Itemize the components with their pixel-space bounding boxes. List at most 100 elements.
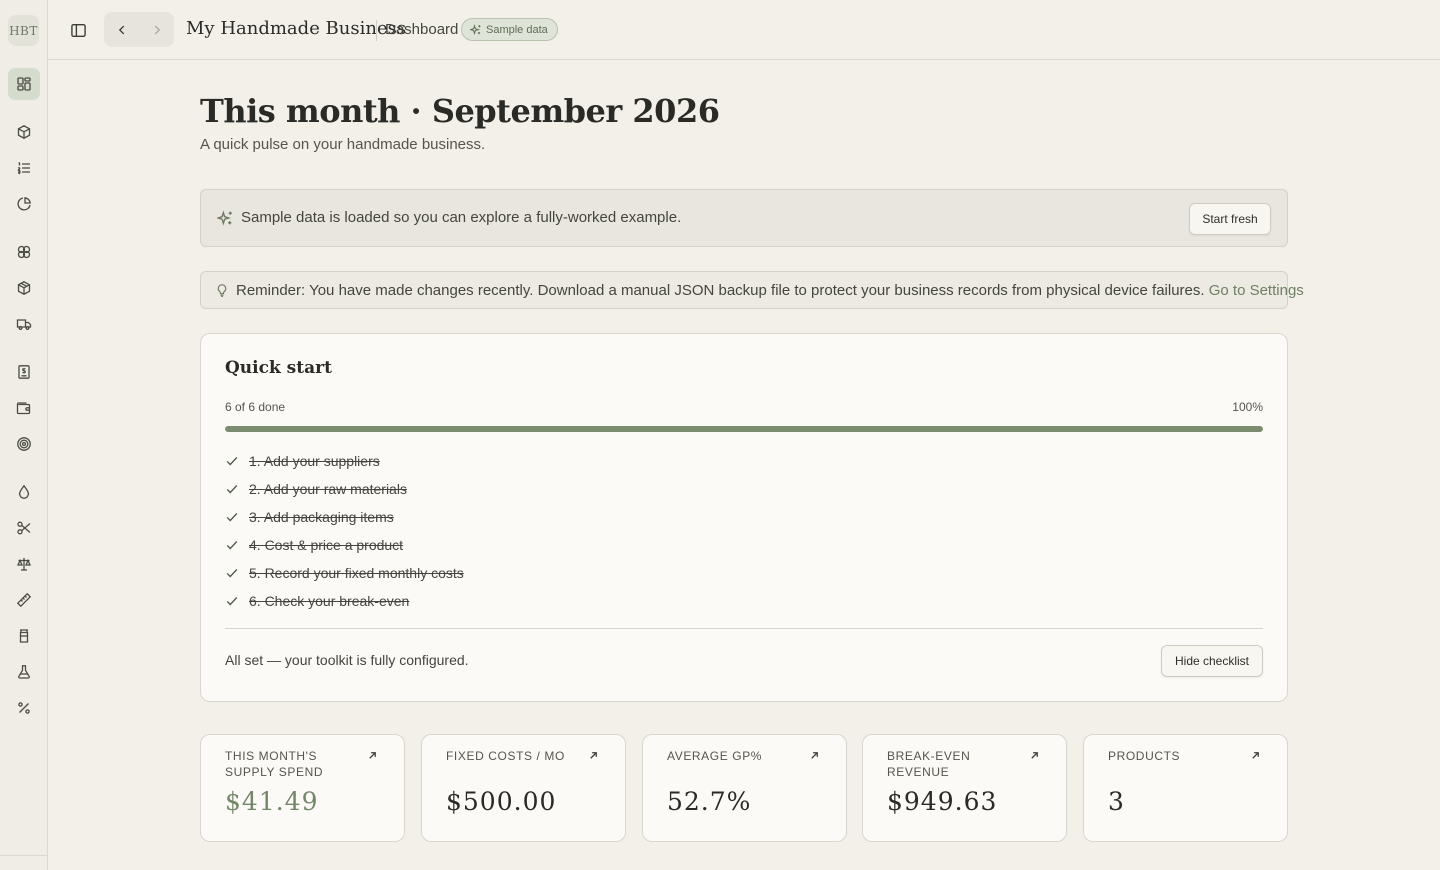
product-box-icon [17, 125, 31, 139]
checklist-item[interactable]: 1. Add your suppliers [225, 447, 464, 475]
pie-chart-icon [17, 197, 31, 211]
checklist-item-label: 2. Add your raw materials [249, 481, 407, 497]
rail-divider [0, 855, 48, 856]
breadcrumb: Dashboard [385, 21, 459, 38]
target-icon [17, 437, 31, 451]
checkmark-icon [225, 594, 249, 608]
checklist-item-label: 1. Add your suppliers [249, 453, 380, 469]
progress-bar [225, 426, 1263, 432]
checkmark-icon [225, 482, 249, 496]
sidebar-rail: HBT [0, 0, 48, 870]
arrow-up-right-icon [369, 752, 376, 759]
sidebar-item-products[interactable] [8, 116, 40, 148]
list-icon [17, 162, 30, 175]
all-set-message: All set — your toolkit is fully configur… [225, 652, 469, 668]
stat-card-fixed-costs[interactable]: Fixed costs / mo $500.00 [421, 734, 626, 842]
sample-data-badge: Sample data [461, 18, 558, 41]
sparkles-icon [470, 23, 481, 35]
stat-value: 3 [1108, 787, 1125, 816]
checklist-item[interactable]: 4. Cost & price a product [225, 531, 464, 559]
stat-card-products[interactable]: Products 3 [1083, 734, 1288, 842]
stat-card-average-gp[interactable]: Average GP% 52.7% [642, 734, 847, 842]
sidebar-item-expenses[interactable] [8, 356, 40, 388]
backup-reminder: Reminder: You have made changes recently… [200, 271, 1304, 309]
reminder-message: Reminder: You have made changes recently… [236, 282, 1304, 299]
chevron-left-icon [118, 25, 124, 34]
sample-data-banner: Sample data is loaded so you can explore… [200, 189, 1288, 247]
forward-button[interactable] [139, 12, 174, 47]
sidebar-item-orders[interactable] [8, 152, 40, 184]
go-to-settings-link[interactable]: Go to Settings [1209, 282, 1304, 299]
truck-icon [16, 319, 32, 330]
lightbulb-icon [217, 284, 227, 298]
sidebar-item-containers[interactable] [8, 620, 40, 652]
page-title: This month · September 2026 [200, 92, 720, 130]
sidebar-toggle-icon [70, 23, 86, 37]
checklist-item-label: 4. Cost & price a product [249, 537, 404, 553]
packaging-box-icon [17, 281, 31, 295]
stat-label: This month's supply spend [225, 749, 324, 779]
reminder-text: Reminder: You have made changes recently… [236, 282, 1205, 299]
quick-start-steps: 1. Add your suppliers 2. Add your raw ma… [225, 447, 464, 615]
stat-value: $41.49 [225, 787, 319, 816]
breadcrumb-divider [376, 20, 377, 41]
checklist-item[interactable]: 6. Check your break-even [225, 587, 464, 615]
checklist-item-label: 6. Check your break-even [249, 593, 410, 609]
droplet-icon [18, 484, 30, 499]
business-name: My Handmade Business [186, 18, 407, 39]
sidebar-item-weights[interactable] [8, 548, 40, 580]
top-bar: My Handmade Business Dashboard Sample da… [48, 0, 1440, 60]
quick-start-title: Quick start [225, 358, 332, 378]
dashboard-icon [17, 77, 31, 91]
hide-checklist-button[interactable]: Hide checklist [1161, 645, 1263, 677]
sidebar-toggle-button[interactable] [64, 14, 92, 46]
back-button[interactable] [104, 12, 139, 47]
checkmark-icon [225, 454, 249, 468]
flask-icon [18, 665, 30, 679]
start-fresh-button[interactable]: Start fresh [1189, 203, 1271, 235]
card-divider [225, 628, 1263, 629]
sidebar-item-pricing[interactable] [8, 692, 40, 724]
sidebar-item-materials[interactable] [8, 236, 40, 268]
stat-label: Products [1108, 749, 1181, 763]
sidebar-item-dashboard[interactable] [8, 68, 40, 100]
sidebar-item-formulas[interactable] [8, 656, 40, 688]
arrow-up-right-icon [1031, 752, 1038, 759]
sidebar-item-cutting[interactable] [8, 512, 40, 544]
receipt-icon [18, 365, 30, 379]
sparkles-icon [217, 210, 232, 226]
jar-icon [19, 629, 29, 643]
checkmark-icon [225, 510, 249, 524]
stat-cards: This month's supply spend $41.49 Fixed c… [200, 734, 1288, 842]
history-nav [104, 12, 174, 47]
stat-label: Fixed costs / mo [446, 749, 565, 763]
scissors-icon [17, 521, 31, 535]
sidebar-item-reports[interactable] [8, 188, 40, 220]
chevron-right-icon [154, 25, 160, 34]
sidebar-item-suppliers[interactable] [8, 308, 40, 340]
checkmark-icon [225, 538, 249, 552]
sidebar-item-goals[interactable] [8, 428, 40, 460]
checklist-item[interactable]: 2. Add your raw materials [225, 475, 464, 503]
app-logo[interactable]: HBT [8, 15, 39, 46]
checklist-item[interactable]: 5. Record your fixed monthly costs [225, 559, 464, 587]
materials-icon [17, 245, 31, 259]
stat-label: Average GP% [667, 749, 763, 763]
sample-data-message: Sample data is loaded so you can explore… [241, 209, 682, 226]
stat-card-supply-spend[interactable]: This month's supply spend $41.49 [200, 734, 405, 842]
stat-value: $500.00 [446, 787, 557, 816]
scale-icon [16, 558, 32, 571]
checklist-item[interactable]: 3. Add packaging items [225, 503, 464, 531]
percent-icon [18, 702, 30, 714]
stat-value: $949.63 [887, 787, 998, 816]
sidebar-item-liquids[interactable] [8, 476, 40, 508]
stat-card-break-even[interactable]: Break-even revenue $949.63 [862, 734, 1067, 842]
stat-value: 52.7% [667, 787, 752, 816]
stat-label: Break-even revenue [887, 749, 971, 779]
checklist-item-label: 3. Add packaging items [249, 509, 394, 525]
sidebar-item-measurements[interactable] [8, 584, 40, 616]
sidebar-item-wallet[interactable] [8, 392, 40, 424]
progress-label: 6 of 6 done [225, 400, 286, 414]
sidebar-item-packaging[interactable] [8, 272, 40, 304]
arrow-up-right-icon [811, 752, 818, 759]
